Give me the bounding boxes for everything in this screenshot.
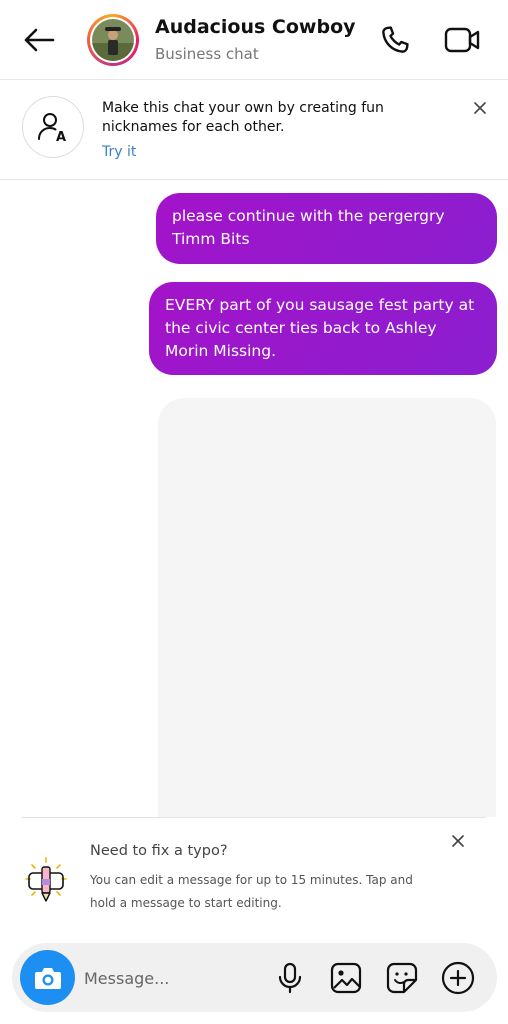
divider — [22, 817, 486, 818]
chat-header: Audacious Cowboy Business chat — [0, 0, 508, 80]
message-composer — [12, 943, 497, 1012]
edit-tip-panel: Need to fix a typo? You can edit a messa… — [0, 817, 508, 937]
edit-tip-title: Need to fix a typo? — [90, 843, 228, 859]
arrow-left-icon — [24, 28, 55, 52]
svg-text:A: A — [56, 130, 66, 145]
try-it-link[interactable]: Try it — [102, 144, 136, 160]
edit-tip-body: You can edit a message for up to 15 minu… — [90, 873, 413, 910]
close-icon — [452, 835, 464, 847]
back-button[interactable] — [20, 22, 58, 58]
close-icon — [474, 102, 486, 114]
microphone-button[interactable] — [272, 960, 308, 996]
chat-title[interactable]: Audacious Cowboy — [155, 16, 356, 38]
person-nickname-icon: A — [22, 96, 84, 158]
video-camera-icon — [444, 27, 480, 53]
more-options-button[interactable] — [440, 960, 476, 996]
camera-icon — [34, 967, 61, 989]
nickname-banner-text: Make this chat your own by creating fun … — [102, 100, 384, 135]
sticker-button[interactable] — [384, 960, 420, 996]
phone-icon — [382, 26, 409, 53]
microphone-icon — [278, 962, 302, 994]
nickname-banner: A Make this chat your own by creating fu… — [0, 80, 508, 180]
edit-tip-close-button[interactable] — [448, 831, 468, 851]
gallery-button[interactable] — [328, 960, 364, 996]
nickname-banner-close-button[interactable] — [470, 98, 490, 118]
message-input[interactable] — [84, 963, 264, 993]
gallery-icon — [330, 962, 362, 994]
avatar[interactable] — [87, 14, 139, 66]
video-call-button[interactable] — [442, 22, 482, 58]
media-message-placeholder[interactable] — [158, 398, 496, 818]
plus-icon — [441, 961, 475, 995]
camera-button[interactable] — [20, 950, 75, 1005]
sent-message-bubble[interactable]: please continue with the pergergry Timm … — [156, 193, 497, 264]
chat-subtitle: Business chat — [155, 45, 259, 63]
call-button[interactable] — [376, 22, 414, 58]
sent-message-bubble[interactable]: EVERY part of you sausage fest party at … — [149, 282, 497, 375]
edit-pencil-bubble-icon — [22, 855, 70, 907]
sticker-icon — [386, 962, 418, 994]
